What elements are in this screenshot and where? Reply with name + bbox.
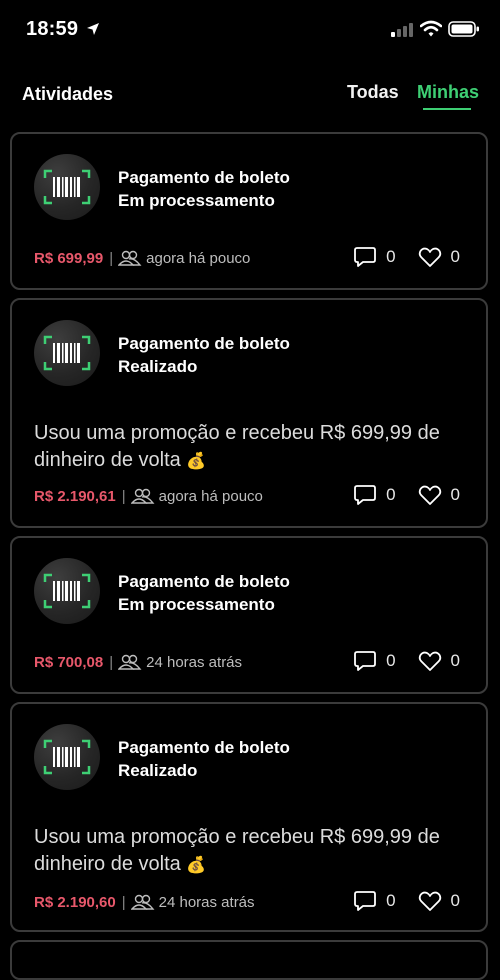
- card-status: Em processamento: [118, 595, 275, 614]
- comment-button[interactable]: 0: [353, 889, 396, 913]
- card-title: Pagamento de boleto: [118, 334, 290, 353]
- like-button[interactable]: 0: [418, 650, 460, 672]
- avatar: [34, 320, 100, 386]
- comment-count: 0: [386, 485, 396, 504]
- card-status: Realizado: [118, 761, 198, 780]
- tab-minhas[interactable]: Minhas: [417, 82, 479, 103]
- cellular-signal-icon: [391, 23, 413, 37]
- comment-icon: [354, 485, 376, 505]
- card-meta: R$ 2.190,61 | agora há pouco: [34, 485, 263, 507]
- payment-amount: R$ 699,99: [34, 249, 104, 267]
- heart-icon: [418, 891, 441, 911]
- battery-icon: [448, 21, 479, 37]
- activity-card[interactable]: Pagamento de boleto Em processamento R$ …: [10, 132, 488, 290]
- like-button[interactable]: 0: [418, 890, 460, 912]
- description-text: Usou uma promoção e recebeu R$ 699,99 de…: [34, 422, 440, 471]
- status-time: 18:59: [26, 18, 79, 40]
- card-status: Em processamento: [118, 191, 275, 210]
- like-count: 0: [450, 651, 460, 670]
- activity-card[interactable]: [10, 940, 488, 980]
- comment-button[interactable]: 0: [353, 649, 396, 673]
- card-title: Pagamento de boleto: [118, 572, 290, 591]
- money-bag-emoji: 💰: [186, 857, 207, 874]
- status-bar: 18:59: [0, 0, 500, 62]
- meta-separator: |: [109, 653, 114, 671]
- meta-separator: |: [121, 487, 126, 505]
- card-actions: 0 0: [353, 888, 460, 914]
- avatar: [34, 154, 100, 220]
- comment-count: 0: [386, 891, 396, 910]
- comment-icon: [354, 247, 376, 267]
- cashback-description: Usou uma promoção e recebeu R$ 699,99 de…: [34, 824, 479, 879]
- payment-amount: R$ 700,08: [34, 653, 104, 671]
- location-arrow-icon: [87, 23, 99, 35]
- barcode-scan-icon: [43, 169, 91, 205]
- barcode-scan-icon: [43, 739, 91, 775]
- card-meta: R$ 700,08 | 24 horas atrás: [34, 651, 242, 673]
- comment-count: 0: [386, 651, 396, 670]
- payment-amount: R$ 2.190,60: [34, 893, 116, 911]
- meta-separator: |: [121, 893, 126, 911]
- money-bag-emoji: 💰: [186, 453, 207, 470]
- like-button[interactable]: 0: [418, 484, 460, 506]
- activity-card[interactable]: Pagamento de boleto Realizado Usou uma p…: [10, 298, 488, 528]
- card-time: 24 horas atrás: [158, 893, 255, 911]
- card-meta: R$ 2.190,60 | 24 horas atrás: [34, 891, 255, 913]
- like-count: 0: [450, 485, 460, 504]
- active-tab-indicator: [423, 108, 471, 110]
- card-time: 24 horas atrás: [146, 653, 243, 671]
- card-actions: 0 0: [353, 244, 460, 270]
- card-time: agora há pouco: [146, 249, 251, 267]
- people-icon: [118, 654, 142, 670]
- meta-separator: |: [109, 249, 114, 267]
- activities-header: Atividades Todas Minhas: [0, 62, 500, 122]
- heart-icon: [418, 651, 441, 671]
- like-button[interactable]: 0: [418, 246, 460, 268]
- people-icon: [118, 250, 142, 266]
- like-count: 0: [450, 247, 460, 266]
- card-time: agora há pouco: [158, 487, 263, 505]
- page-title: Atividades: [22, 84, 114, 104]
- comment-icon: [354, 891, 376, 911]
- card-status: Realizado: [118, 357, 198, 376]
- comment-button[interactable]: 0: [353, 483, 396, 507]
- cashback-description: Usou uma promoção e recebeu R$ 699,99 de…: [34, 420, 479, 475]
- comment-button[interactable]: 0: [353, 245, 396, 269]
- barcode-scan-icon: [43, 335, 91, 371]
- comment-count: 0: [386, 247, 396, 266]
- barcode-scan-icon: [43, 573, 91, 609]
- heart-icon: [418, 485, 441, 505]
- heart-icon: [418, 247, 441, 267]
- activity-card[interactable]: Pagamento de boleto Em processamento R$ …: [10, 536, 488, 694]
- wifi-icon: [420, 20, 442, 37]
- description-text: Usou uma promoção e recebeu R$ 699,99 de…: [34, 826, 440, 875]
- payment-amount: R$ 2.190,61: [34, 487, 116, 505]
- card-meta: R$ 699,99 | agora há pouco: [34, 247, 250, 269]
- avatar: [34, 724, 100, 790]
- card-title: Pagamento de boleto: [118, 168, 290, 187]
- people-icon: [130, 894, 155, 910]
- like-count: 0: [450, 891, 460, 910]
- activity-card[interactable]: Pagamento de boleto Realizado Usou uma p…: [10, 702, 488, 932]
- avatar: [34, 558, 100, 624]
- tab-todas[interactable]: Todas: [347, 82, 399, 103]
- comment-icon: [354, 651, 376, 671]
- card-actions: 0 0: [353, 482, 460, 508]
- card-title: Pagamento de boleto: [118, 738, 290, 757]
- people-icon: [130, 488, 155, 504]
- card-actions: 0 0: [353, 648, 460, 674]
